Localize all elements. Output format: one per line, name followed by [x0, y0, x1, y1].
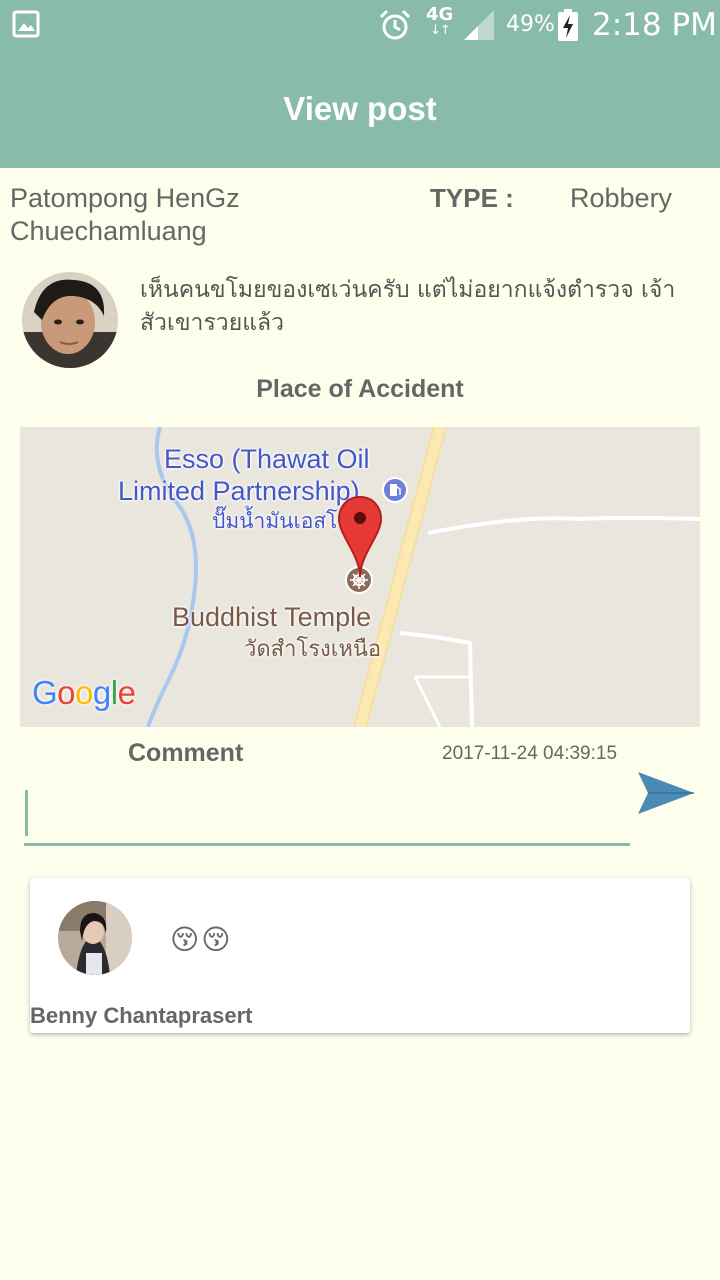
- commenter-avatar: [58, 901, 132, 975]
- google-logo-letter: G: [32, 674, 58, 711]
- comment-text: 😚😚: [170, 923, 233, 956]
- map-poi-thai-label: ปั๊มน้ำมันเอสโซ่: [212, 510, 352, 533]
- google-logo-letter: l: [110, 674, 118, 711]
- type-label: TYPE :: [430, 183, 514, 213]
- post-author-name: Patompong HenGz Chuechamluang: [10, 183, 240, 246]
- comment-card: 😚😚 Benny Chantaprasert: [30, 878, 690, 1033]
- send-icon[interactable]: [636, 770, 696, 816]
- gallery-notification-icon: [12, 10, 40, 38]
- map-poi-label: Esso (Thawat Oil: [164, 444, 370, 474]
- network-type-label: 4G: [426, 4, 454, 25]
- type-value: Robbery: [570, 183, 673, 213]
- data-arrows-icon: ↓↑: [430, 23, 451, 38]
- place-of-accident-label: Place of Accident: [256, 375, 464, 403]
- status-time: 2:18 PM: [592, 7, 717, 43]
- google-logo: Google: [32, 673, 136, 713]
- accident-location-map[interactable]: Esso (Thawat Oil Limited Partnership) ปั…: [20, 427, 700, 727]
- map-temple-label: Buddhist Temple: [172, 602, 372, 632]
- post-timestamp: 2017-11-24 04:39:15: [442, 743, 618, 764]
- battery-percentage: 49%: [506, 12, 555, 37]
- map-temple-thai-label: วัดสำโรงเหนือ: [244, 636, 382, 661]
- google-logo-letter: e: [117, 674, 136, 711]
- alarm-icon: [379, 9, 411, 40]
- post-description: เห็นคนขโมยของเซเว่นครับ แต่ไม่อยากแจ้งตำ…: [140, 277, 676, 336]
- commenter-name: Benny Chantaprasert: [30, 1003, 253, 1028]
- text-cursor: [25, 790, 28, 836]
- location-pin-icon[interactable]: [336, 495, 384, 579]
- gas-station-icon: [382, 477, 408, 503]
- google-logo-letter: o: [75, 674, 93, 711]
- google-logo-letter: o: [57, 674, 76, 711]
- signal-strength-icon: [464, 10, 494, 40]
- map-poi-label: Limited Partnership): [118, 476, 360, 506]
- comment-input[interactable]: [24, 786, 630, 846]
- author-avatar: [22, 272, 118, 368]
- google-logo-letter: g: [92, 674, 111, 711]
- page-title: View post: [283, 90, 437, 127]
- comment-label: Comment: [128, 739, 244, 767]
- battery-charging-icon: [558, 9, 578, 41]
- status-bar: 4G ↓↑ 49% 2:18 PM: [0, 0, 720, 50]
